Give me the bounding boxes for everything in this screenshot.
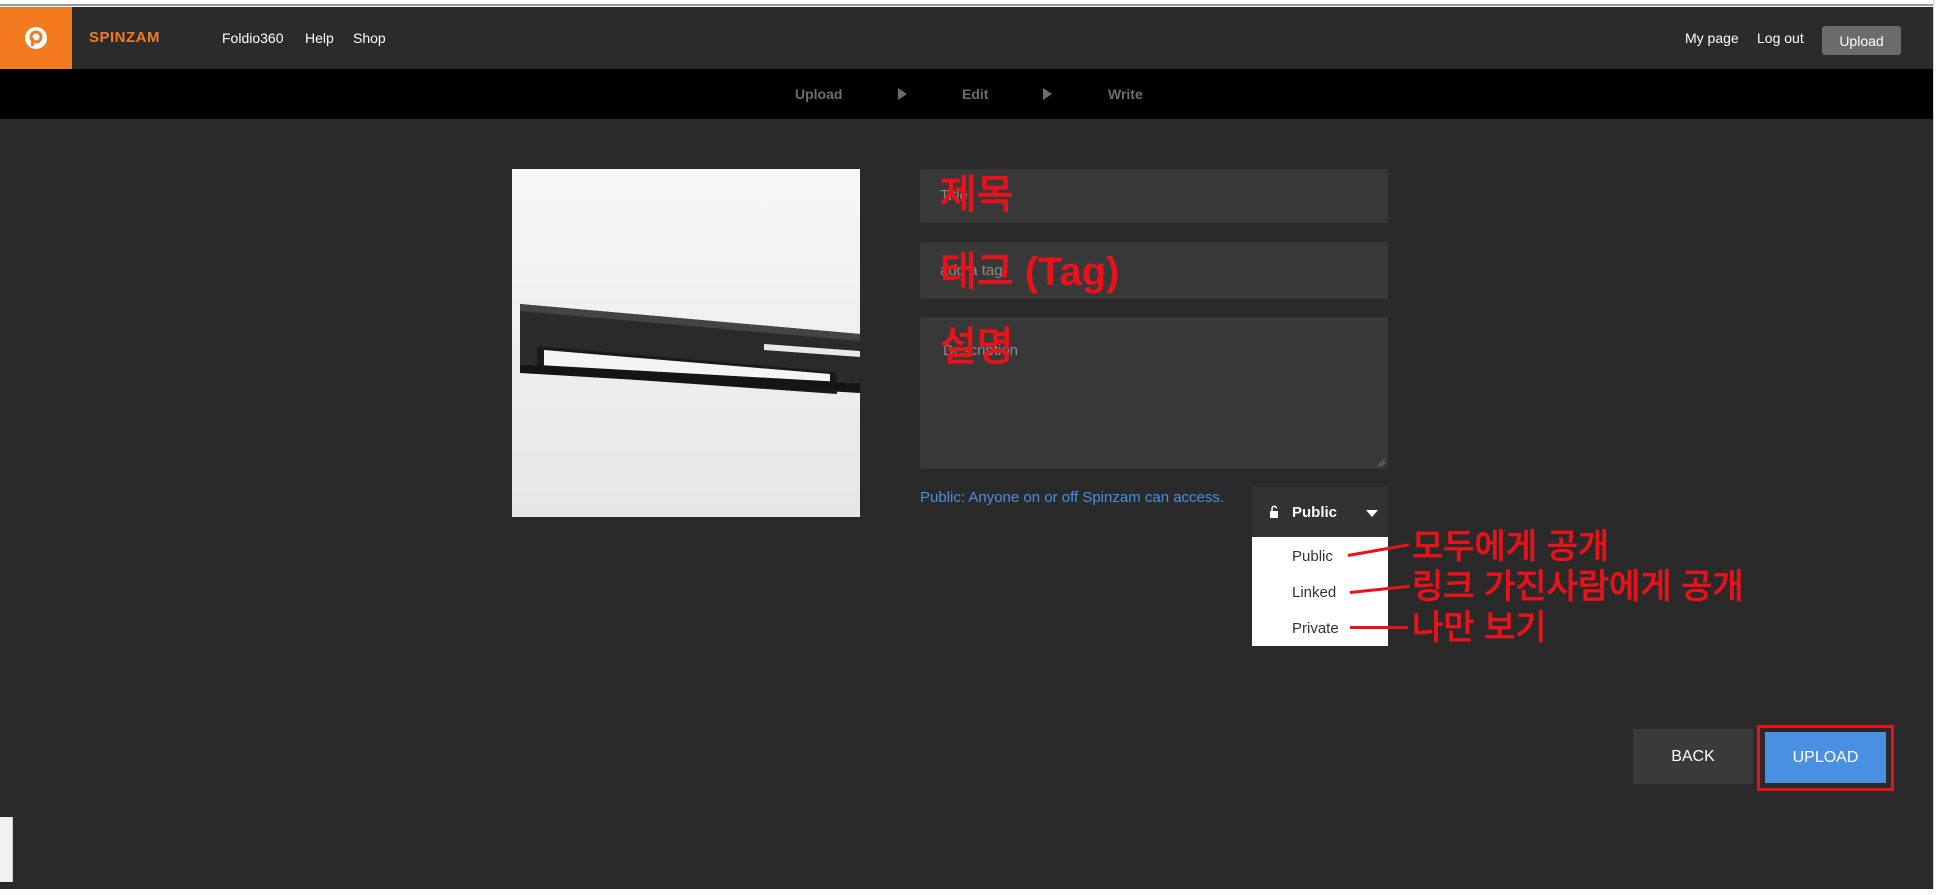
left-scrollbar[interactable] (0, 817, 13, 882)
header-upload-button[interactable]: Upload (1822, 26, 1901, 55)
spinzam-logo-icon (25, 27, 47, 49)
upload-button[interactable]: UPLOAD (1765, 732, 1886, 783)
nav-link-help[interactable]: Help (305, 30, 334, 46)
step-arrow-icon (898, 88, 907, 100)
privacy-description: Public: Anyone on or off Spinzam can acc… (920, 489, 1225, 506)
step-write: Write (1108, 86, 1143, 102)
resize-handle-icon[interactable] (1376, 457, 1386, 467)
nav-link-foldio360[interactable]: Foldio360 (222, 30, 284, 46)
annotation-title: 제목 (940, 173, 1014, 217)
window-bottom-edge (0, 889, 1945, 895)
upload-steps-bar: Upload Edit Write (0, 69, 1933, 119)
my-page-link[interactable]: My page (1685, 30, 1739, 46)
top-navigation-bar: SPINZAM Foldio360 Help Shop My page Log … (0, 7, 1933, 69)
annotation-tag: 태그 (Tag) (940, 250, 1120, 294)
chevron-down-icon (1366, 510, 1378, 517)
privacy-selected-value: Public (1292, 504, 1338, 521)
privacy-option-linked[interactable]: Linked (1292, 584, 1336, 601)
back-button[interactable]: BACK (1633, 729, 1753, 784)
privacy-option-public[interactable]: Public (1292, 548, 1333, 565)
product-preview-image (512, 169, 860, 517)
unlock-icon (1270, 505, 1278, 518)
step-edit: Edit (962, 86, 989, 102)
step-arrow-icon (1043, 88, 1052, 100)
annotation-arrow-private (1350, 626, 1408, 629)
log-out-link[interactable]: Log out (1757, 30, 1804, 46)
annotation-public: 모두에게 공개 (1412, 528, 1610, 566)
privacy-dropdown[interactable]: Public (1252, 487, 1388, 537)
annotation-linked: 링크 가진사람에게 공개 (1412, 568, 1744, 606)
annotation-description: 설명 (940, 325, 1014, 369)
spinzam-logo[interactable] (0, 7, 72, 69)
window-right-edge (1933, 0, 1945, 895)
step-upload: Upload (795, 86, 843, 102)
window-top-border (0, 4, 1945, 6)
annotation-private: 나만 보기 (1412, 609, 1547, 647)
led-bar-photo (520, 304, 860, 394)
nav-link-shop[interactable]: Shop (353, 30, 386, 46)
privacy-option-private[interactable]: Private (1292, 620, 1339, 637)
brand-name[interactable]: SPINZAM (89, 29, 160, 46)
